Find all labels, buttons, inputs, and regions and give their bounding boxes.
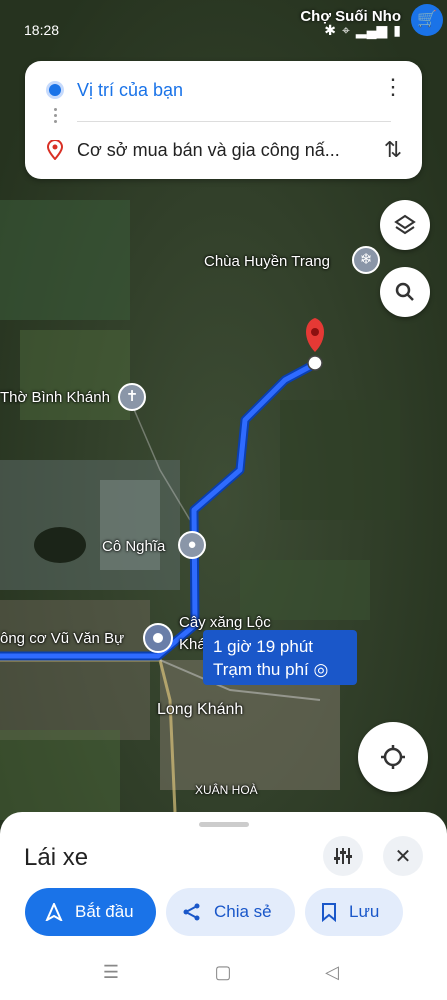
- status-time: 18:28: [24, 22, 60, 38]
- map-label-chua[interactable]: Chùa Huyền Trang: [204, 253, 330, 270]
- map-label-tho[interactable]: Thờ Bình Khánh: [0, 389, 110, 406]
- layers-button[interactable]: [380, 200, 430, 250]
- route-info-callout[interactable]: 1 giờ 19 phút Trạm thu phí ◎: [203, 630, 357, 685]
- origin-row[interactable]: Vị trí của bạn: [25, 65, 422, 115]
- back-icon[interactable]: ◁: [320, 962, 344, 986]
- home-icon[interactable]: ▢: [211, 962, 235, 986]
- destination-row[interactable]: Cơ sở mua bán và gia công nấ...: [25, 125, 422, 175]
- divider: [77, 121, 391, 122]
- bluetooth-icon: ✱: [324, 22, 336, 38]
- temple-icon[interactable]: ❄: [352, 246, 380, 274]
- map-label-dong-co[interactable]: ông cơ Vũ Văn Bự: [0, 630, 124, 647]
- tune-icon: [334, 848, 352, 864]
- navigation-arrow-icon: [45, 903, 63, 921]
- layers-icon: [394, 214, 416, 235]
- crosshair-icon: [381, 745, 405, 769]
- battery-icon: ▮: [393, 22, 401, 38]
- close-button[interactable]: ✕: [383, 836, 423, 876]
- share-icon: [182, 902, 202, 922]
- place-marker-icon[interactable]: ●: [178, 531, 206, 559]
- directions-card: Vị trí của bạn Cơ sở mua bán và gia công…: [25, 61, 422, 179]
- save-label: Lưu: [349, 902, 380, 921]
- origin-dot-icon: [49, 84, 61, 96]
- my-location-button[interactable]: [358, 722, 428, 792]
- system-nav-bar: ☰ ▢ ◁: [0, 950, 447, 1000]
- map-label-xuan-hoa: XUÂN HOÀ: [195, 783, 258, 797]
- bookmark-icon: [321, 902, 337, 922]
- signal-icon: ▂▄▆: [355, 22, 388, 38]
- status-bar: 18:28 Chợ Suối Nho ✱ ⌖ ▂▄▆ ▮ 🛒: [0, 0, 447, 52]
- travel-mode-title: Lái xe: [24, 844, 89, 871]
- map-label-co-nghia[interactable]: Cô Nghĩa: [102, 538, 165, 555]
- start-label: Bắt đầu: [75, 902, 134, 921]
- search-icon: [395, 282, 414, 301]
- map-label-cay-xang[interactable]: Cây xăng Lộc: [179, 614, 271, 631]
- route-duration: 1 giờ 19 phút: [213, 637, 313, 656]
- church-icon[interactable]: ✝: [118, 383, 146, 411]
- start-button[interactable]: Bắt đầu: [25, 888, 156, 936]
- destination-field[interactable]: Cơ sở mua bán và gia công nấ...: [77, 140, 367, 161]
- close-icon: ✕: [394, 845, 412, 868]
- toll-icon: ◎: [313, 660, 329, 679]
- shopping-cart-icon[interactable]: 🛒: [411, 4, 443, 36]
- origin-field[interactable]: Vị trí của bạn: [77, 80, 367, 101]
- map-label-long-khanh[interactable]: Long Khánh: [157, 701, 243, 719]
- save-button[interactable]: Lưu: [305, 888, 403, 936]
- recent-apps-icon[interactable]: ☰: [99, 962, 123, 986]
- more-options-icon[interactable]: ⋮: [382, 76, 404, 101]
- sheet-drag-handle[interactable]: [199, 822, 249, 827]
- map-label-kha: Khá: [179, 636, 206, 653]
- status-icons: ✱ ⌖ ▂▄▆ ▮: [324, 22, 401, 39]
- location-icon: ⌖: [341, 22, 350, 38]
- route-toll: Trạm thu phí: [213, 660, 309, 679]
- search-button[interactable]: [380, 267, 430, 317]
- share-label: Chia sẻ: [214, 902, 272, 921]
- share-button[interactable]: Chia sẻ: [166, 888, 295, 936]
- destination-pin-icon: [47, 140, 63, 160]
- swap-icon[interactable]: ⇅: [380, 137, 406, 163]
- route-options-button[interactable]: [323, 836, 363, 876]
